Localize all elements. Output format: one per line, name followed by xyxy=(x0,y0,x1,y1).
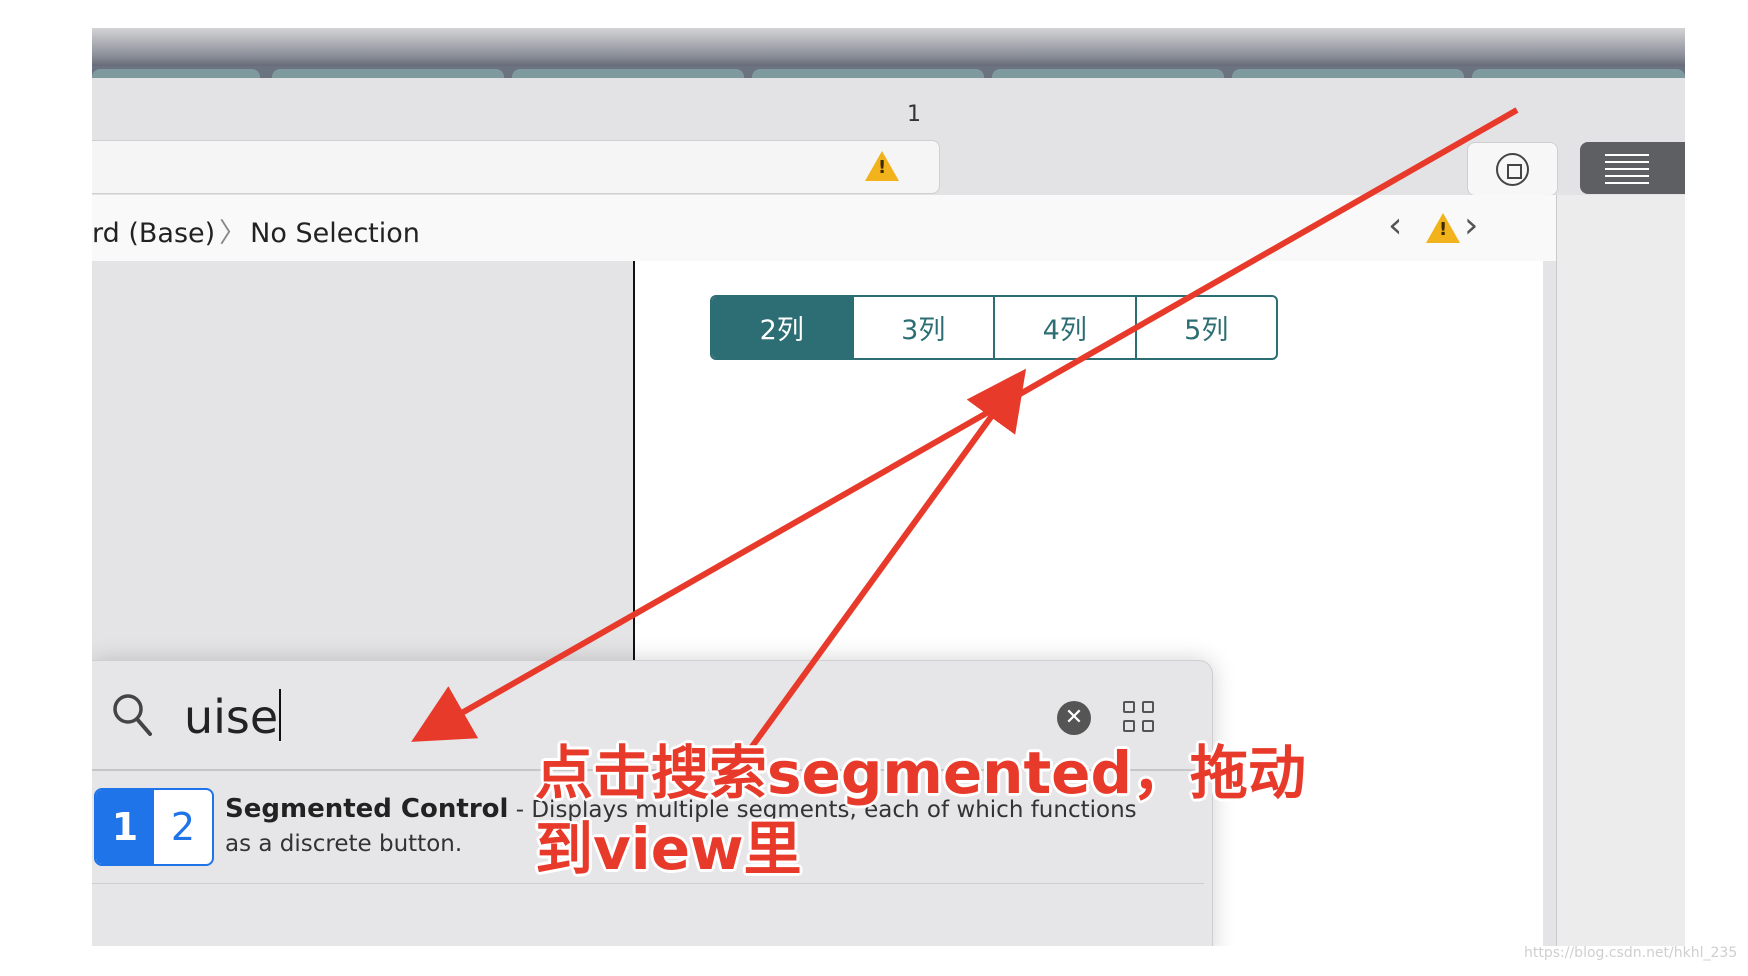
annotation-line-1: 点击搜索segmented，拖动 xyxy=(535,739,1307,807)
annotation-text: 点击搜索segmented，拖动 到view里 xyxy=(535,735,1306,887)
arrow-item-to-view xyxy=(719,368,1027,790)
annotation-line-2: 到view里 xyxy=(535,815,802,883)
watermark: https://blog.csdn.net/hkhl_235 xyxy=(1524,945,1738,961)
arrow-library-to-search xyxy=(411,107,1519,742)
